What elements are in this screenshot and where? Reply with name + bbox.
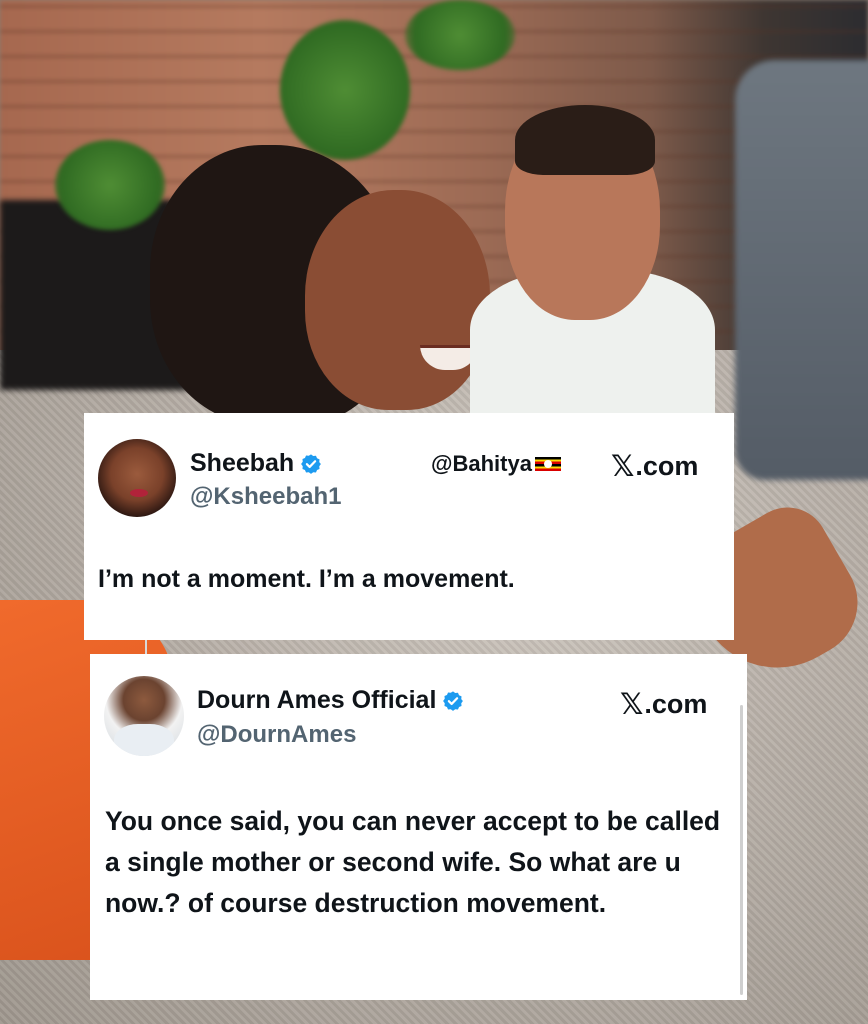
verified-badge-icon: [443, 690, 464, 711]
tweet-text: You once said, you can never accept to b…: [105, 806, 721, 918]
user-handle[interactable]: @Ksheebah1: [190, 483, 341, 511]
scrollbar[interactable]: [740, 705, 743, 995]
source-text: .com: [635, 450, 699, 481]
x-logo-icon: 𝕏: [611, 449, 635, 483]
uganda-flag-icon: [534, 457, 561, 471]
verified-badge-icon: [301, 453, 322, 474]
source-label: 𝕏 .com: [611, 449, 698, 483]
display-name-text: Dourn Ames Official: [197, 686, 437, 714]
avatar[interactable]: [98, 439, 176, 517]
tweet-card-sheebah[interactable]: Sheebah @Ksheebah1 @Bahitya 𝕏 .com I’m n…: [84, 413, 734, 640]
armchair: [735, 60, 868, 480]
plant-left: [55, 140, 165, 230]
avatar-shirt: [114, 724, 174, 756]
baby-hair: [515, 105, 655, 175]
plant-middle: [280, 20, 410, 160]
avatar-lips: [130, 489, 148, 497]
display-name-text: Sheebah: [190, 449, 295, 477]
watermark: @Bahitya: [431, 451, 561, 477]
display-name[interactable]: Sheebah: [190, 449, 322, 478]
display-name[interactable]: Dourn Ames Official: [197, 686, 464, 715]
source-label: 𝕏 .com: [620, 687, 707, 721]
user-handle[interactable]: @DournAmes: [197, 721, 356, 749]
tweet-text: I’m not a moment. I’m a movement.: [98, 565, 515, 593]
x-logo-icon: 𝕏: [620, 687, 644, 721]
tweet-card-dourn-ames[interactable]: Dourn Ames Official @DournAmes 𝕏 .com Yo…: [90, 654, 747, 1000]
avatar[interactable]: [104, 676, 184, 756]
source-text: .com: [644, 688, 708, 719]
woman-face: [305, 190, 490, 410]
watermark-text: @Bahitya: [431, 451, 532, 476]
plant-top: [405, 0, 515, 70]
